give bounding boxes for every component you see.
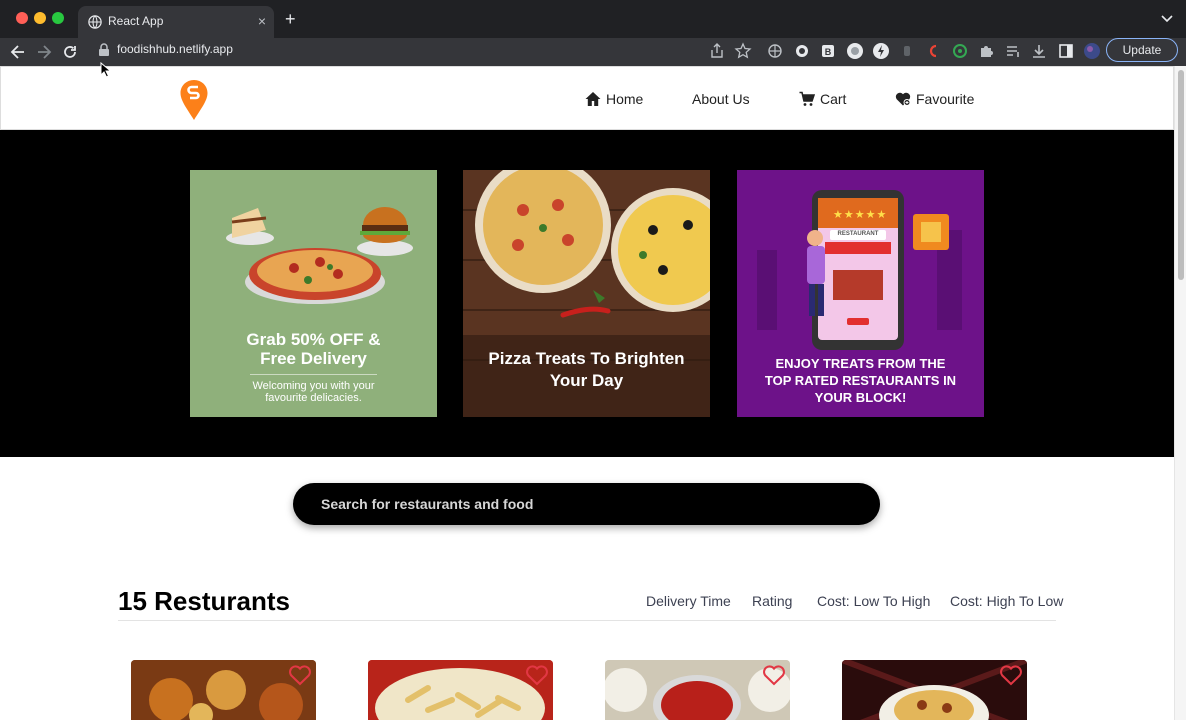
filter-delivery-time[interactable]: Delivery Time — [646, 593, 731, 609]
offer-banner-1[interactable]: Grab 50% OFF & Free Delivery Welcoming y… — [190, 170, 437, 417]
chevron-down-icon[interactable] — [1160, 11, 1174, 25]
browser-tab[interactable]: React App × — [78, 6, 274, 38]
page-viewport: Home About Us Cart Favourite Grab 50% OF… — [0, 66, 1174, 720]
search-bar — [293, 483, 880, 525]
nav-cart[interactable]: Cart — [799, 91, 846, 107]
extension-green-icon[interactable] — [951, 42, 969, 60]
globe-icon — [88, 15, 102, 29]
banner-1-subtitle-2: favourite delicacies. — [265, 392, 362, 404]
favourite-heart-icon[interactable] — [999, 664, 1023, 686]
maximize-window-button[interactable] — [52, 12, 64, 24]
share-icon[interactable] — [708, 42, 726, 60]
extension-dim-icon[interactable] — [898, 42, 916, 60]
nav-home-label: Home — [606, 91, 644, 107]
favourite-heart-icon[interactable] — [762, 664, 786, 686]
home-icon — [585, 92, 601, 106]
banner-1-subtitle: Welcoming you with your — [252, 380, 375, 392]
restaurant-card[interactable] — [842, 660, 1027, 720]
banner-2-title-2: Your Day — [549, 371, 624, 390]
banner-1-title-2: Free Delivery — [260, 349, 367, 368]
address-bar[interactable]: foodishhub.netlify.app — [88, 38, 756, 62]
extension-bolt-icon[interactable] — [872, 42, 890, 60]
banner-3-title-3: YOUR BLOCK! — [814, 390, 907, 405]
rating-stars: ★★★★★ — [833, 209, 888, 221]
food-plate-illustration — [226, 207, 413, 304]
offer-banner-3[interactable]: ★★★★★ RESTAURANT ENJOY TREATS FROM THE T… — [737, 170, 984, 417]
favourite-heart-icon[interactable] — [288, 664, 312, 686]
filter-rating[interactable]: Rating — [752, 593, 792, 609]
nav-about-us[interactable]: About Us — [692, 91, 750, 107]
tab-title: React App — [108, 14, 164, 28]
restaurant-count-title: 15 Resturants — [118, 586, 290, 616]
extension-b-icon[interactable]: B — [819, 42, 837, 60]
extension-circle-icon[interactable] — [793, 42, 811, 60]
banner-3-title: ENJOY TREATS FROM THE — [775, 356, 946, 371]
filter-cost-high-low[interactable]: Cost: High To Low — [950, 593, 1063, 609]
site-header: Home About Us Cart Favourite — [0, 66, 1174, 130]
banner-1-title: Grab 50% OFF & — [246, 330, 381, 349]
lock-icon — [99, 43, 109, 56]
back-icon[interactable] — [8, 42, 28, 62]
extension-red-icon[interactable] — [924, 42, 942, 60]
svg-text:B: B — [825, 47, 832, 57]
filter-cost-low-high[interactable]: Cost: Low To High — [817, 593, 930, 609]
forward-icon[interactable] — [34, 42, 54, 62]
scrollbar-thumb[interactable] — [1178, 70, 1184, 280]
restaurant-card[interactable] — [131, 660, 316, 720]
close-window-button[interactable] — [16, 12, 28, 24]
reload-icon[interactable] — [60, 42, 80, 62]
cart-icon — [799, 91, 815, 106]
swiggy-logo-icon[interactable] — [179, 79, 209, 121]
banner-2-title: Pizza Treats To Brighten — [488, 349, 685, 368]
extension-grid-icon[interactable] — [846, 42, 864, 60]
nav-cart-label: Cart — [820, 91, 847, 107]
nav-home[interactable]: Home — [585, 91, 643, 107]
side-panel-icon[interactable] — [1057, 42, 1075, 60]
nav-favourite-label: Favourite — [916, 91, 975, 107]
bookmark-star-icon[interactable] — [734, 42, 752, 60]
minimize-window-button[interactable] — [34, 12, 46, 24]
hero-carousel: Grab 50% OFF & Free Delivery Welcoming y… — [0, 130, 1174, 457]
page-scrollbar[interactable] — [1174, 66, 1186, 720]
restaurant-card[interactable] — [605, 660, 790, 720]
extensions-puzzle-icon[interactable] — [977, 42, 995, 60]
favourite-heart-icon[interactable] — [525, 664, 549, 686]
profile-avatar-icon[interactable] — [1083, 42, 1101, 60]
reading-list-icon[interactable] — [1004, 42, 1022, 60]
restaurant-card[interactable] — [368, 660, 553, 720]
banner-3-title-2: TOP RATED RESTAURANTS IN — [764, 373, 957, 388]
restaurant-sign: RESTAURANT — [837, 231, 879, 237]
listing-divider — [118, 620, 1056, 621]
offer-banner-2[interactable]: Pizza Treats To Brighten Your Day — [463, 170, 710, 417]
new-tab-button[interactable]: + — [285, 9, 296, 29]
download-icon[interactable] — [1030, 42, 1048, 60]
update-button[interactable]: Update — [1106, 38, 1178, 62]
search-input[interactable] — [321, 495, 861, 513]
url-text: foodishhub.netlify.app — [117, 42, 233, 56]
nav-favourite[interactable]: Favourite — [895, 91, 974, 107]
browser-tab-bar: React App × + — [0, 0, 1186, 38]
favourite-icon — [895, 92, 911, 106]
browser-toolbar: foodishhub.netlify.app B Update — [0, 38, 1186, 66]
mouse-cursor-icon — [100, 62, 112, 78]
nav-about-label: About Us — [692, 91, 750, 107]
extension-globe-icon[interactable] — [766, 42, 784, 60]
tab-close-icon[interactable]: × — [258, 13, 266, 29]
